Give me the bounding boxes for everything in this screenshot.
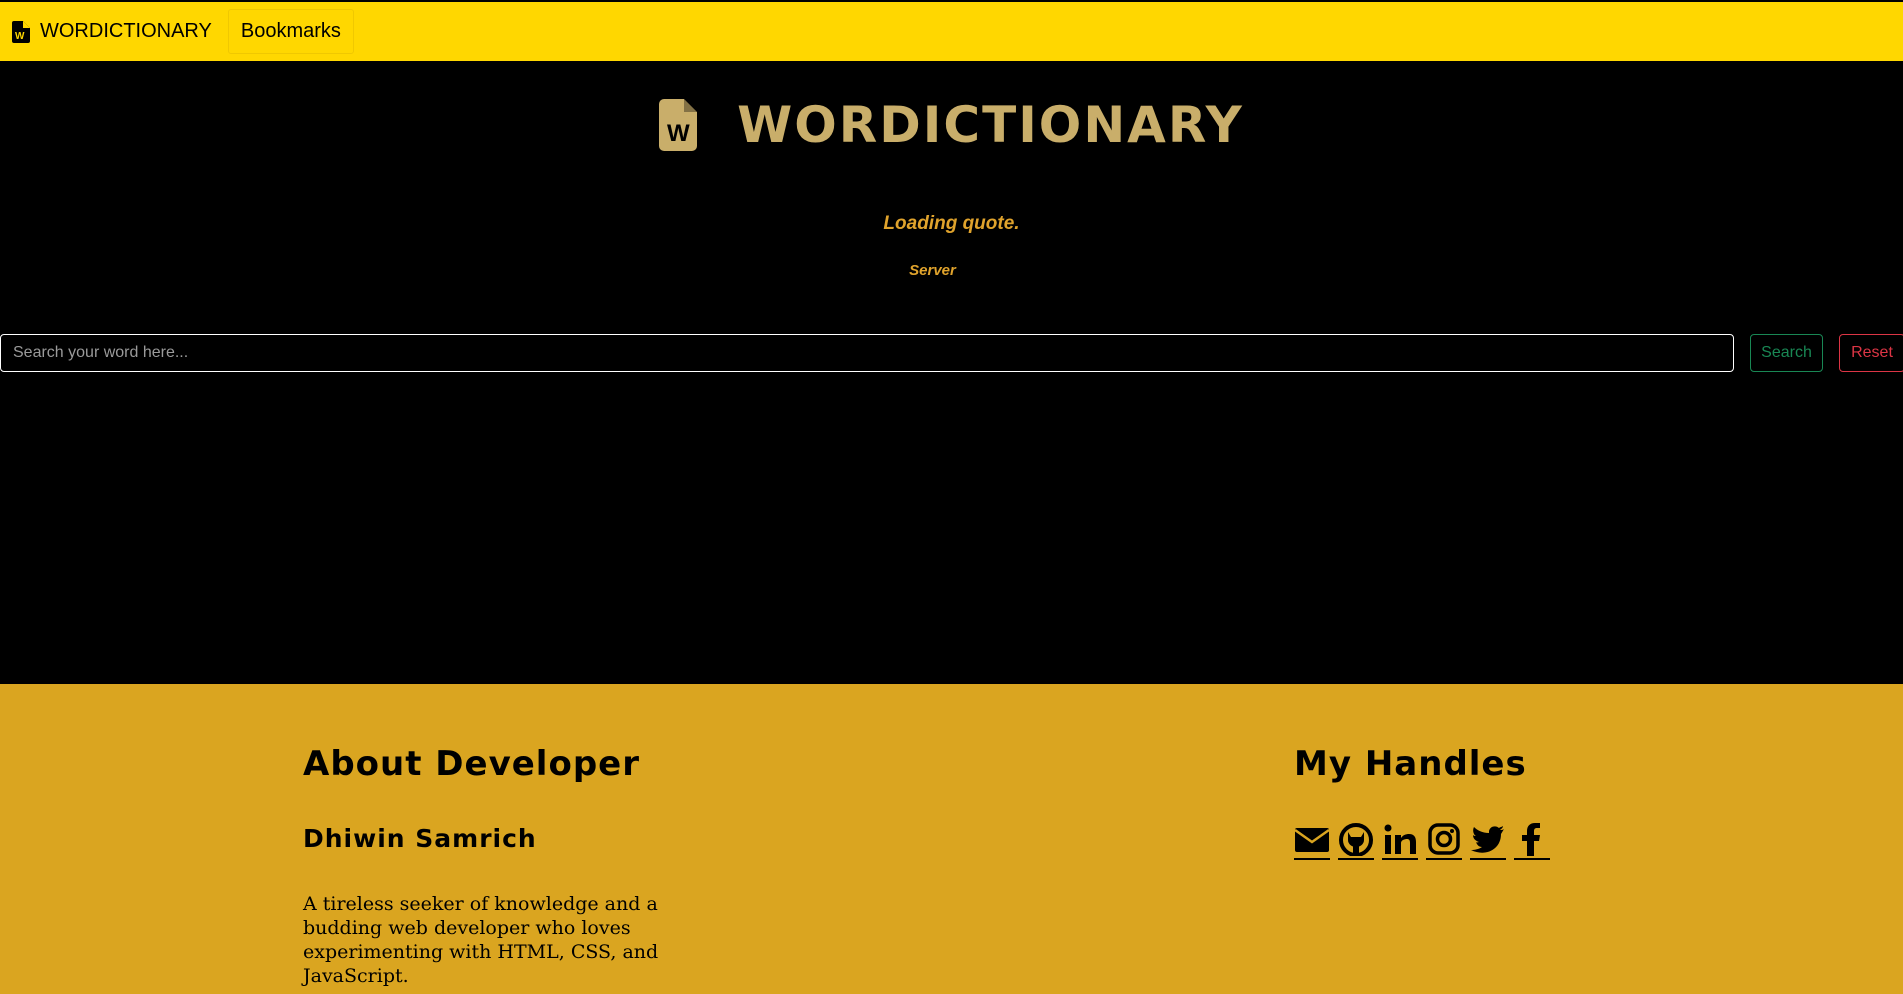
github-link[interactable] [1338,822,1374,860]
bookmarks-button[interactable]: Bookmarks [227,9,354,54]
search-button[interactable]: Search [1750,334,1823,372]
linkedin-link[interactable] [1382,822,1418,860]
svg-text:W: W [15,31,25,42]
about-developer-heading: About Developer [303,744,640,784]
file-word-icon: W [659,99,698,151]
email-link[interactable] [1294,822,1330,860]
developer-bio: A tireless seeker of knowledge and a bud… [303,893,659,987]
footer: About Developer Dhiwin Samrich A tireles… [0,684,1903,994]
my-handles-heading: My Handles [1294,744,1527,784]
linkedin-icon [1384,824,1416,854]
twitter-link[interactable] [1470,822,1506,860]
instagram-icon [1428,823,1460,855]
developer-name: Dhiwin Samrich [303,824,537,853]
hero-title-text: WORDICTIONARY [737,96,1244,154]
twitter-icon [1471,826,1504,853]
facebook-link[interactable] [1514,822,1550,860]
github-icon [1339,823,1373,857]
navbar-brand[interactable]: W WORDICTIONARY [12,20,212,43]
quote-text: Loading quote. [883,213,1020,234]
quote-author: Server [909,262,956,279]
search-input[interactable] [0,334,1734,372]
reset-button[interactable]: Reset [1839,334,1903,372]
svg-text:W: W [667,120,690,147]
navbar-brand-label: WORDICTIONARY [40,20,212,42]
hero-title: W WORDICTIONARY [0,96,1903,154]
envelope-icon [1294,828,1330,852]
top-navbar: W WORDICTIONARY Bookmarks [0,0,1903,61]
file-word-icon: W [12,20,30,43]
instagram-link[interactable] [1426,822,1462,860]
social-handles [1294,822,1550,860]
facebook-icon [1522,823,1540,856]
